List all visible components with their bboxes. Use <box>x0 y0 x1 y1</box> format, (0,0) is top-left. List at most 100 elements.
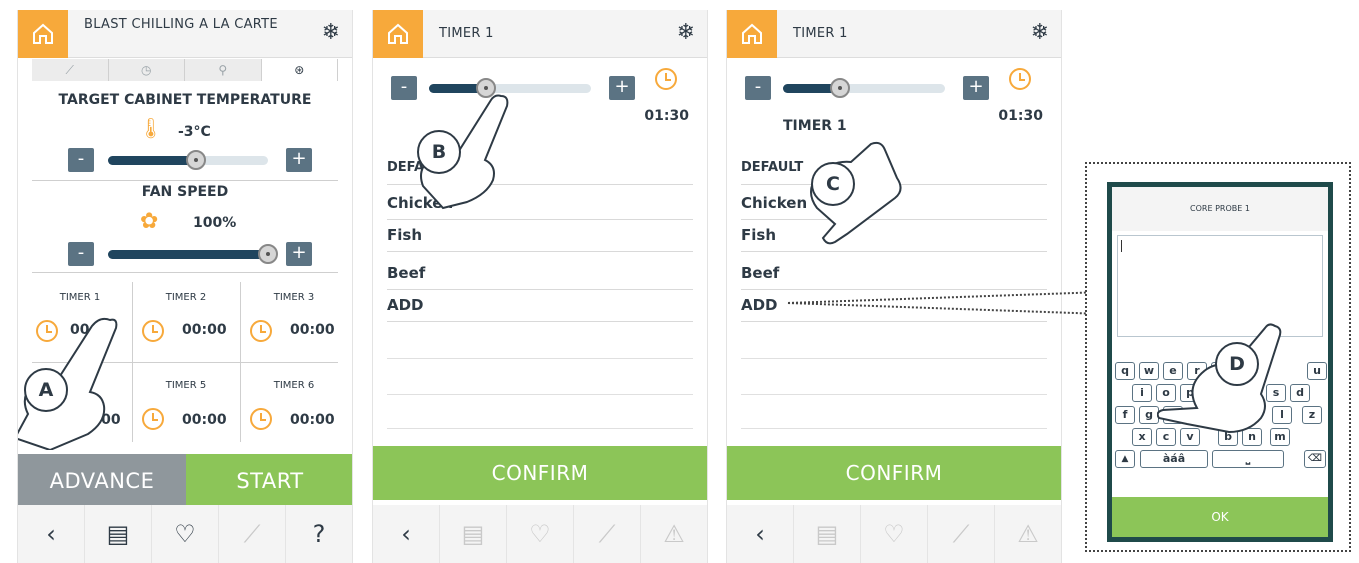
screen-timer-select: TIMER 1 ❄ - + 01:30 DEFAULT Chicken Fish… <box>372 10 708 563</box>
page-title: TIMER 1 <box>439 26 494 41</box>
timer-value: 00:00 <box>182 412 227 428</box>
callout-b: B <box>417 130 461 174</box>
time-slider[interactable] <box>783 78 945 98</box>
temp-minus-button[interactable]: - <box>68 148 94 172</box>
fan-plus-button[interactable]: + <box>286 242 312 266</box>
page-title: TIMER 1 <box>793 26 848 41</box>
time-minus-button[interactable]: - <box>745 76 771 100</box>
key-g[interactable]: g <box>1139 406 1159 424</box>
callout-a: A <box>24 368 68 412</box>
key-i[interactable]: i <box>1132 384 1152 402</box>
header: TIMER 1 ❄ <box>727 10 1061 58</box>
favourites-edit-icon: ♡ <box>507 505 574 563</box>
fan-slider-fill <box>108 250 268 259</box>
space-key-icon[interactable]: ⎵ <box>1212 450 1284 468</box>
time-value: 01:30 <box>644 108 689 124</box>
callout-c: C <box>811 162 855 206</box>
ok-button[interactable]: OK <box>1112 497 1328 537</box>
timer-label: TIMER 3 <box>273 292 315 303</box>
recipe-book-icon: ▤ <box>440 505 507 563</box>
key-u[interactable]: u <box>1307 362 1327 380</box>
home-button[interactable] <box>727 10 777 58</box>
page-title: BLAST CHILLING A LA CARTE <box>84 17 278 32</box>
thermometer-icon: 🌡 <box>138 116 164 140</box>
fan-minus-button[interactable]: - <box>68 242 94 266</box>
key-d[interactable]: d <box>1290 384 1310 402</box>
recipe-book-icon[interactable]: ▤ <box>85 505 152 563</box>
divider <box>387 428 693 429</box>
confirm-button[interactable]: CONFIRM <box>727 446 1061 500</box>
fan-value: 100% <box>193 215 237 231</box>
bottom-toolbar: ‹ ▤ ♡ ⟋ ? <box>18 505 352 563</box>
advance-button[interactable]: ADVANCE <box>18 454 186 508</box>
header: TIMER 1 ❄ <box>373 10 707 58</box>
snowflake-hand-icon[interactable]: ❄ <box>322 20 340 45</box>
backspace-key-icon[interactable]: ⌫ <box>1304 450 1326 468</box>
chart-icon: ⟋ <box>219 505 286 563</box>
chart-icon: ⟋ <box>928 505 995 563</box>
timer-value: 00:00 <box>182 322 227 338</box>
fan-slider[interactable] <box>108 244 278 264</box>
list-item-beef[interactable]: Beef <box>387 256 693 290</box>
timer-value: 00:00 <box>290 412 335 428</box>
key-f[interactable]: f <box>1115 406 1135 424</box>
list-item-fish[interactable]: Fish <box>387 218 693 252</box>
timer-label: TIMER 5 <box>165 380 207 391</box>
clock-icon <box>250 408 272 430</box>
keyboard-title: CORE PROBE 1 <box>1112 187 1328 231</box>
timer-label: TIMER 6 <box>273 380 315 391</box>
clock-icon <box>250 320 272 342</box>
tab-probe[interactable]: ⟋ <box>32 59 109 81</box>
back-button[interactable]: ‹ <box>18 505 85 563</box>
header: BLAST CHILLING A LA CARTE ❄ <box>18 10 352 58</box>
timer-name: TIMER 1 <box>783 118 847 134</box>
start-button[interactable]: START <box>186 454 352 508</box>
key-q[interactable]: q <box>1115 362 1135 380</box>
time-value: 01:30 <box>998 108 1043 124</box>
back-button[interactable]: ‹ <box>727 505 794 563</box>
key-z[interactable]: z <box>1302 406 1322 424</box>
snowflake-hand-icon[interactable]: ❄ <box>1031 20 1049 45</box>
home-icon <box>388 23 408 44</box>
fan-slider-knob[interactable] <box>258 244 278 264</box>
recipe-book-icon: ▤ <box>794 505 861 563</box>
snowflake-hand-icon[interactable]: ❄ <box>677 20 695 45</box>
list-item-beef[interactable]: Beef <box>741 256 1047 290</box>
home-icon <box>742 23 762 44</box>
tab-cycle[interactable]: ⊛ <box>261 59 338 81</box>
temp-plus-button[interactable]: + <box>286 148 312 172</box>
temp-value: -3°C <box>178 124 211 140</box>
divider <box>741 428 1047 429</box>
favourites-edit-icon[interactable]: ♡ <box>152 505 219 563</box>
timer-value: 00:00 <box>290 322 335 338</box>
back-button[interactable]: ‹ <box>373 505 440 563</box>
tab-probes[interactable]: ⚲ <box>185 59 262 81</box>
screen-blast-chilling: BLAST CHILLING A LA CARTE ❄ ⟋ ◷ ⚲ ⊛ TARG… <box>17 10 353 563</box>
keyboard-popup-frame: CORE PROBE 1 q w e r t y u i o p a s d f… <box>1085 162 1351 552</box>
confirm-button[interactable]: CONFIRM <box>373 446 707 500</box>
temp-slider[interactable] <box>108 150 268 170</box>
tab-timer[interactable]: ◷ <box>108 59 185 81</box>
divider <box>741 358 1047 359</box>
help-icon[interactable]: ? <box>286 505 352 563</box>
fan-icon: ✿ <box>140 209 159 234</box>
time-plus-button[interactable]: + <box>609 76 635 100</box>
phase-tabs: ⟋ ◷ ⚲ ⊛ <box>32 59 338 81</box>
target-temp-title: TARGET CABINET TEMPERATURE <box>58 92 312 108</box>
temp-slider-knob[interactable] <box>186 150 206 170</box>
clock-icon <box>142 408 164 430</box>
list-item-add[interactable]: ADD <box>387 288 693 322</box>
shift-key-icon[interactable]: ▲ <box>1115 450 1135 468</box>
home-button[interactable] <box>373 10 423 58</box>
key-accents[interactable]: àáâ <box>1140 450 1208 468</box>
clock-icon <box>655 68 677 90</box>
timer-label: TIMER 1 <box>59 292 101 303</box>
timer-label: TIMER 2 <box>165 292 207 303</box>
chart-icon: ⟋ <box>574 505 641 563</box>
key-x[interactable]: x <box>1132 428 1152 446</box>
home-icon <box>33 23 53 44</box>
time-slider-knob[interactable] <box>829 78 850 98</box>
key-w[interactable]: w <box>1139 362 1159 380</box>
home-button[interactable] <box>18 10 68 58</box>
time-plus-button[interactable]: + <box>963 76 989 100</box>
